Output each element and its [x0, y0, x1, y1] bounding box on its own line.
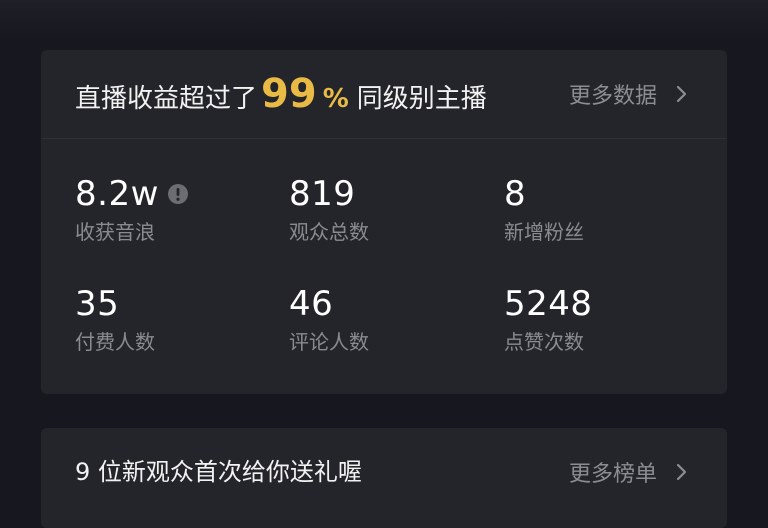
headline-percent-sign: %	[322, 84, 349, 114]
top-shade	[0, 0, 768, 40]
more-ranking-link[interactable]: 更多榜单	[569, 456, 691, 488]
stat-total-viewers: 819 观众总数	[289, 174, 489, 244]
stat-value: 46	[289, 284, 334, 324]
live-summary-card: 直播收益超过了 99 % 同级别主播 更多数据 8.2w 收获音浪 819 观众…	[41, 50, 727, 394]
gift-ranking-card[interactable]: 9 位新观众首次给你送礼喔 更多榜单	[41, 428, 727, 528]
headline-prefix: 直播收益超过了	[75, 84, 258, 114]
stat-paying-users: 35 付费人数	[75, 284, 275, 354]
stat-label: 付费人数	[75, 330, 155, 354]
stat-value: 819	[289, 174, 356, 214]
more-ranking-label: 更多榜单	[568, 462, 657, 487]
chevron-right-icon	[671, 84, 691, 104]
stat-label: 新增粉丝	[504, 220, 584, 244]
stat-value: 5248	[504, 284, 593, 324]
stat-label: 评论人数	[289, 330, 369, 354]
headline-percent: 99	[261, 71, 317, 117]
stat-label: 点赞次数	[504, 330, 584, 354]
gift-card-title: 9 位新观众首次给你送礼喔	[75, 458, 362, 486]
stat-sound-waves: 8.2w 收获音浪	[75, 174, 275, 244]
stat-value: 35	[75, 284, 120, 324]
stat-commenters: 46 评论人数	[289, 284, 489, 354]
stat-label: 观众总数	[289, 220, 369, 244]
headline-suffix: 同级别主播	[356, 84, 487, 114]
more-data-label: 更多数据	[568, 84, 657, 109]
earnings-headline: 直播收益超过了 99 % 同级别主播	[75, 68, 487, 120]
chevron-right-icon	[671, 462, 691, 482]
stat-value: 8	[504, 174, 527, 214]
stat-label: 收获音浪	[75, 220, 155, 244]
more-data-link[interactable]: 更多数据	[569, 78, 691, 110]
stat-likes: 5248 点赞次数	[504, 284, 704, 354]
stat-new-followers: 8 新增粉丝	[504, 174, 704, 244]
stat-value: 8.2w	[75, 174, 159, 214]
info-icon[interactable]	[167, 183, 189, 205]
summary-card-header: 直播收益超过了 99 % 同级别主播 更多数据	[41, 50, 727, 139]
